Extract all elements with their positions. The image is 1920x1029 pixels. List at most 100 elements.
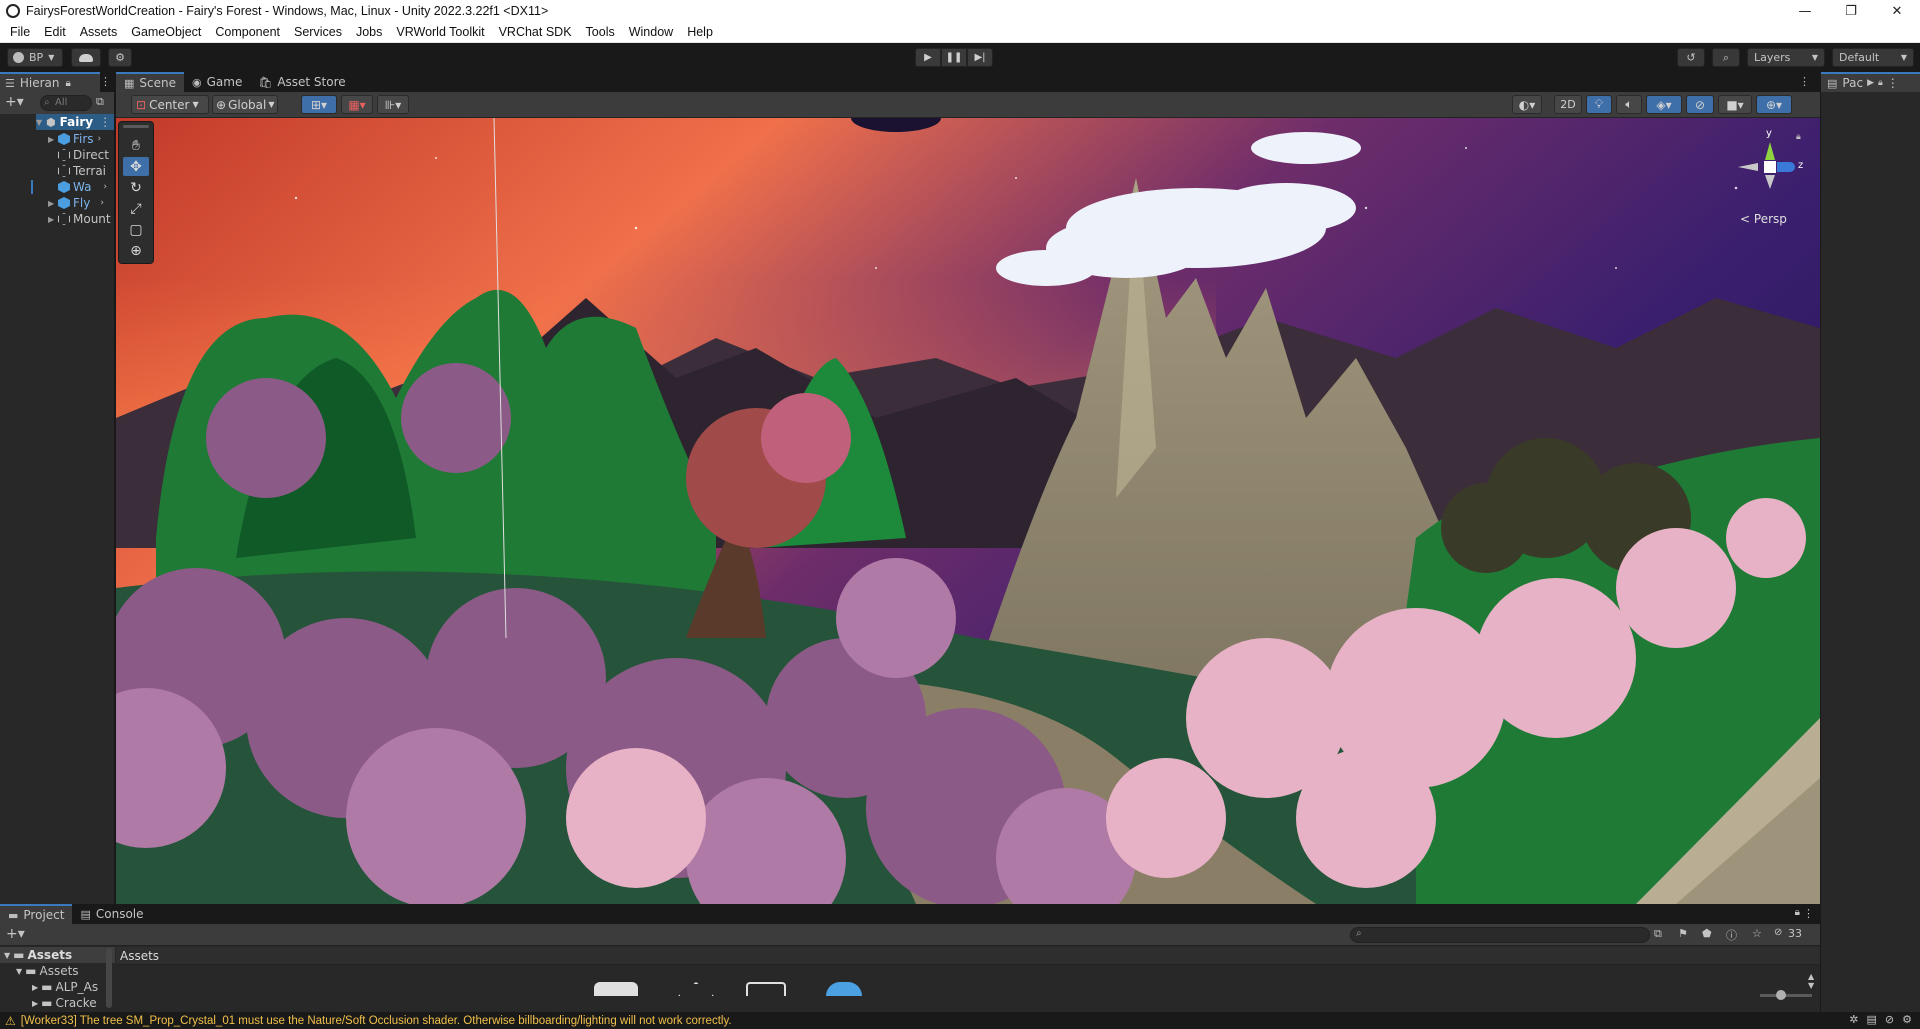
menu-assets[interactable]: Assets — [73, 25, 125, 39]
hierarchy-item[interactable]: ▶ Mount — [48, 211, 111, 227]
thumbnail-size-slider[interactable] — [1760, 994, 1812, 997]
hidden-packages-icon[interactable]: ⊘ — [1774, 927, 1782, 938]
search-by-label-icon[interactable]: ⚑ — [1678, 927, 1688, 940]
pause-button[interactable]: ❚❚ — [941, 48, 967, 67]
cache-icon[interactable]: ▤ — [1867, 1013, 1877, 1026]
pivot-mode-dropdown[interactable]: ⊡ Center ▼ — [131, 95, 209, 114]
scene-visibility-icon[interactable]: ⧉ — [96, 95, 104, 109]
project-search-input[interactable]: ⌕ — [1350, 927, 1650, 943]
more-options-icon[interactable]: ⋮ — [1887, 76, 1899, 90]
minimize-button[interactable]: — — [1782, 0, 1828, 22]
hierarchy-search-input[interactable]: ⌕ All — [40, 95, 92, 111]
gizmo-center-cube[interactable] — [1764, 161, 1776, 173]
pivot-rotation-dropdown[interactable]: ⊕ Global ▼ — [212, 95, 278, 114]
effects-dropdown[interactable]: ◈▾ — [1646, 95, 1682, 114]
more-options-icon[interactable]: ⋮ — [100, 75, 111, 88]
maximize-button[interactable]: ❐ — [1828, 0, 1874, 22]
scene-root-item[interactable]: ▼ ⬢ Fairy ⋮ — [36, 114, 114, 130]
menu-file[interactable]: File — [3, 25, 37, 39]
grid-snapping-toggle[interactable]: ⊞▾ — [301, 95, 337, 114]
more-options-icon[interactable]: ⋮ — [1799, 75, 1810, 88]
camera-settings-dropdown[interactable]: ■▾ — [1718, 95, 1752, 114]
tab-hierarchy[interactable]: ☰ Hieran 🔒︎ — [0, 72, 100, 92]
tree-item[interactable]: ▶ ▬ Cracke — [32, 995, 97, 1011]
expand-arrow-icon[interactable]: ▼ — [36, 118, 46, 127]
menu-tools[interactable]: Tools — [579, 25, 622, 39]
more-options-icon[interactable]: ⋮ — [1803, 907, 1814, 920]
lock-icon[interactable]: 🔒︎ — [1795, 907, 1800, 918]
close-button[interactable]: ✕ — [1874, 0, 1920, 22]
tab-scene[interactable]: ▦ Scene — [116, 72, 184, 92]
account-dropdown[interactable]: BP ▼ — [7, 48, 63, 67]
search-button[interactable]: ⌕ — [1712, 48, 1740, 67]
gizmo-x-axis[interactable] — [1738, 163, 1758, 171]
expand-arrow-icon[interactable]: ▶ — [32, 983, 38, 992]
status-bar[interactable]: ⚠ [Worker33] The tree SM_Prop_Crystal_01… — [0, 1012, 1920, 1029]
search-by-type-icon[interactable]: ⧉ — [1654, 927, 1662, 941]
hierarchy-item[interactable]: Wa › — [48, 179, 107, 195]
add-object-button[interactable]: +▾ — [5, 94, 24, 110]
gizmo-neg-y-axis[interactable] — [1765, 175, 1775, 189]
scale-tool[interactable]: ⤢ — [123, 199, 149, 218]
lighting-toggle[interactable]: 💡︎ — [1586, 95, 1612, 114]
gizmo-z-axis[interactable] — [1777, 162, 1795, 172]
gizmo-y-axis[interactable] — [1765, 142, 1775, 160]
chevron-right-icon[interactable]: ▶ — [1867, 78, 1874, 88]
move-tool[interactable]: ✥ — [123, 157, 149, 176]
asset-thumbnail[interactable] — [826, 982, 862, 996]
collab-settings-button[interactable]: ⚙ — [108, 48, 132, 67]
rotate-tool[interactable]: ↻ — [123, 178, 149, 197]
expand-arrow-icon[interactable]: ▶ — [32, 999, 38, 1008]
menu-jobs[interactable]: Jobs — [349, 25, 389, 39]
play-button[interactable]: ▶ — [915, 48, 941, 67]
star-icon[interactable]: ☆ — [1752, 927, 1762, 940]
chevron-right-icon[interactable]: › — [103, 182, 107, 192]
scroll-arrows-icon[interactable]: ▲ ▼ — [1808, 972, 1814, 990]
tab-console[interactable]: ▤ Console — [72, 904, 151, 924]
menu-vrchat-sdk[interactable]: VRChat SDK — [492, 25, 579, 39]
lock-icon[interactable]: 🔒︎ — [1796, 132, 1801, 142]
tree-item[interactable]: ▶ ▬ ALP_As — [32, 979, 98, 995]
menu-gameobject[interactable]: GameObject — [124, 25, 208, 39]
menu-window[interactable]: Window — [622, 25, 680, 39]
expand-arrow-icon[interactable]: ▶ — [48, 215, 58, 224]
expand-arrow-icon[interactable]: ▼ — [16, 967, 22, 976]
palette-drag-handle[interactable] — [123, 125, 149, 128]
auto-generate-lighting-icon[interactable]: ⊘ — [1885, 1013, 1894, 1026]
tree-scrollbar[interactable] — [106, 948, 112, 1008]
chevron-right-icon[interactable]: › — [98, 134, 102, 144]
step-button[interactable]: ▶| — [967, 48, 993, 67]
asset-thumbnail[interactable] — [746, 982, 786, 996]
orientation-gizmo[interactable]: 🔒︎ y z < Persp — [1730, 128, 1810, 238]
expand-arrow-icon[interactable]: ▶ — [48, 135, 58, 144]
asset-thumbnail[interactable] — [594, 982, 638, 996]
hierarchy-item[interactable]: Direct — [48, 147, 109, 163]
bug-icon[interactable]: ✲ — [1849, 1013, 1858, 1026]
tab-game[interactable]: ◉ Game — [184, 72, 250, 92]
scene-viewport[interactable] — [116, 118, 1820, 904]
chevron-right-icon[interactable]: › — [100, 198, 104, 208]
layout-dropdown[interactable]: Default ▼ — [1832, 48, 1914, 67]
tab-asset-store[interactable]: 🛍︎ Asset Store — [250, 72, 353, 92]
hand-tool[interactable]: ✋︎ — [123, 136, 149, 155]
menu-component[interactable]: Component — [208, 25, 287, 39]
hierarchy-item[interactable]: ▶ Firs › — [48, 131, 101, 147]
create-asset-button[interactable]: +▾ — [6, 926, 25, 942]
transform-tool[interactable]: ⊕ — [123, 241, 149, 260]
audio-toggle[interactable]: 🔈︎ — [1616, 95, 1642, 114]
tag-icon[interactable]: ⬟ — [1702, 927, 1712, 940]
menu-vrworld-toolkit[interactable]: VRWorld Toolkit — [389, 25, 491, 39]
2d-mode-toggle[interactable]: 2D — [1554, 95, 1582, 114]
rect-tool[interactable]: ▢ — [123, 220, 149, 239]
grid-visibility-toggle[interactable]: ▦▾ — [341, 95, 373, 114]
hierarchy-item[interactable]: Terrai — [48, 163, 106, 179]
undo-history-button[interactable]: ↺ — [1677, 48, 1705, 67]
more-options-icon[interactable]: ⋮ — [99, 115, 111, 129]
draw-mode-dropdown[interactable]: ◐▾ — [1512, 95, 1542, 114]
projection-toggle[interactable]: < Persp — [1740, 212, 1787, 226]
layers-dropdown[interactable]: Layers ▼ — [1747, 48, 1825, 67]
menu-services[interactable]: Services — [287, 25, 349, 39]
expand-arrow-icon[interactable]: ▶ — [48, 199, 58, 208]
hierarchy-item[interactable]: ▶ Fly › — [48, 195, 104, 211]
tab-project[interactable]: ▬ Project — [0, 904, 73, 924]
